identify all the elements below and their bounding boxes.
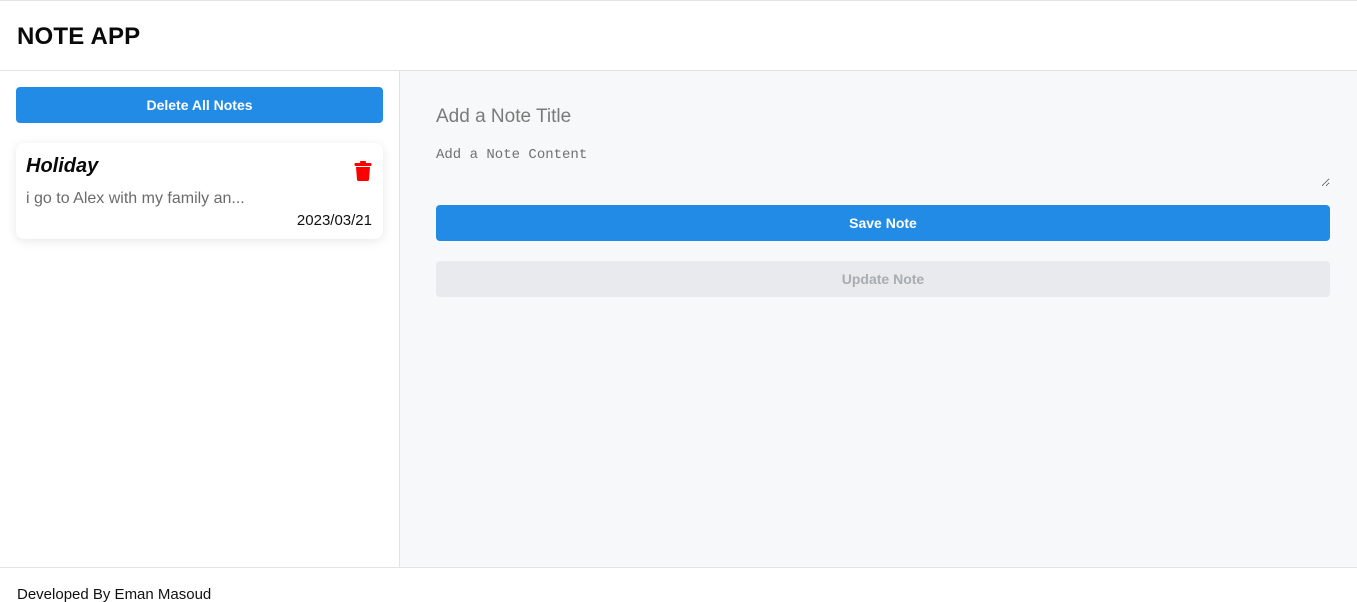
note-content-input[interactable] (436, 147, 1330, 187)
notes-sidebar: Delete All Notes Holiday i go to Alex wi… (0, 71, 400, 567)
app-header: NOTE APP (0, 0, 1357, 71)
note-date: 2023/03/21 (296, 212, 372, 229)
update-note-button[interactable]: Update Note (436, 261, 1330, 297)
trash-icon-graphic (354, 161, 372, 181)
save-note-button[interactable]: Save Note (436, 205, 1330, 241)
note-title-input[interactable] (436, 99, 1330, 135)
note-preview: i go to Alex with my family an... (26, 190, 245, 207)
note-editor: Save Note Update Note (400, 71, 1357, 567)
note-app: NOTE APP Delete All Notes Holiday i go t… (0, 0, 1357, 602)
trash-icon[interactable] (354, 161, 372, 181)
note-card[interactable]: Holiday i go to Alex with my family an..… (16, 143, 383, 239)
delete-all-notes-button[interactable]: Delete All Notes (16, 87, 383, 123)
app-title: NOTE APP (17, 23, 141, 50)
app-footer: Developed By Eman Masoud (0, 567, 1357, 602)
footer-credit: Developed By Eman Masoud (17, 586, 212, 602)
note-title: Holiday (26, 155, 99, 177)
